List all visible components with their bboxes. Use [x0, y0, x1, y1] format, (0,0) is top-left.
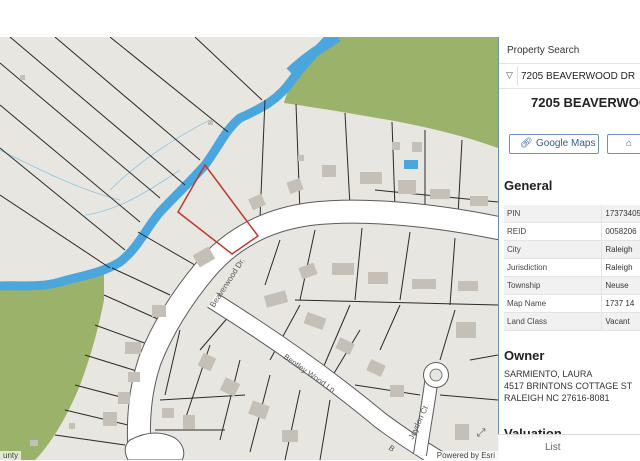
general-row: City Raleigh — [504, 240, 640, 259]
owner-street: 4517 BRINTONS COTTAGE ST — [504, 381, 633, 391]
general-row: PIN 17373405 — [504, 205, 640, 223]
general-row: REID 0058206 — [504, 222, 640, 241]
general-value: Raleigh — [601, 258, 640, 277]
general-key: Jurisdiction — [504, 258, 603, 277]
map-canvas[interactable]: Beaverwood Dr. Bentley Wood Ln Joydon Ct… — [0, 37, 498, 460]
general-row: Jurisdiction Raleigh — [504, 258, 640, 277]
google-maps-button[interactable]: 🔗︎ Google Maps — [509, 134, 599, 154]
parcel-map[interactable]: Beaverwood Dr. Bentley Wood Ln Joydon Ct… — [0, 37, 498, 460]
general-value: 1737 14 — [601, 294, 640, 313]
general-key: City — [504, 240, 603, 259]
general-value: Neuse — [601, 276, 640, 295]
general-key: Township — [504, 276, 603, 295]
general-key: REID — [504, 222, 603, 241]
general-table: PIN 17373405 REID 0058206 City Raleigh Jurisdi… — [504, 205, 640, 331]
owner-name: SARMIENTO, LAURA — [504, 369, 593, 379]
general-key: Land Class — [504, 312, 603, 331]
list-tab[interactable]: List — [498, 434, 640, 460]
general-row: Map Name 1737 14 — [504, 294, 640, 313]
general-key: Map Name — [504, 294, 603, 313]
attribution-esri[interactable]: Powered by Esri — [433, 451, 498, 460]
expand-icon[interactable]: ⤢ — [474, 426, 488, 440]
general-value: Vacant — [601, 312, 640, 331]
owner-heading: Owner — [504, 348, 545, 363]
general-value: Raleigh — [601, 240, 640, 259]
chevron-down-icon[interactable]: ▽ — [506, 70, 513, 81]
search-row[interactable]: ▽ — [499, 63, 640, 89]
general-key: PIN — [504, 205, 603, 223]
panel-title: Property Search — [507, 45, 580, 56]
pool — [404, 160, 418, 169]
address-heading: 7205 BEAVERWOOD — [531, 95, 640, 110]
google-maps-label: Google Maps — [536, 138, 596, 149]
home-button[interactable]: ⌂ — [607, 134, 640, 154]
owner-city: RALEIGH NC 27616-8081 — [504, 393, 610, 403]
general-value: 0058206 — [601, 222, 640, 241]
cul-de-sac-island — [429, 368, 443, 382]
link-icon: 🔗︎ — [520, 138, 533, 149]
general-row: Township Neuse — [504, 276, 640, 295]
home-icon: ⌂ — [626, 138, 633, 149]
property-panel: Property Search ▽ 7205 BEAVERWOOD 🔗︎ Goo… — [498, 37, 640, 460]
general-heading: General — [504, 178, 553, 193]
general-row: Land Class Vacant — [504, 312, 640, 331]
attribution-left: unty — [0, 451, 22, 460]
search-divider — [517, 67, 518, 85]
search-input[interactable] — [521, 67, 640, 85]
general-value: 17373405 — [601, 205, 640, 223]
